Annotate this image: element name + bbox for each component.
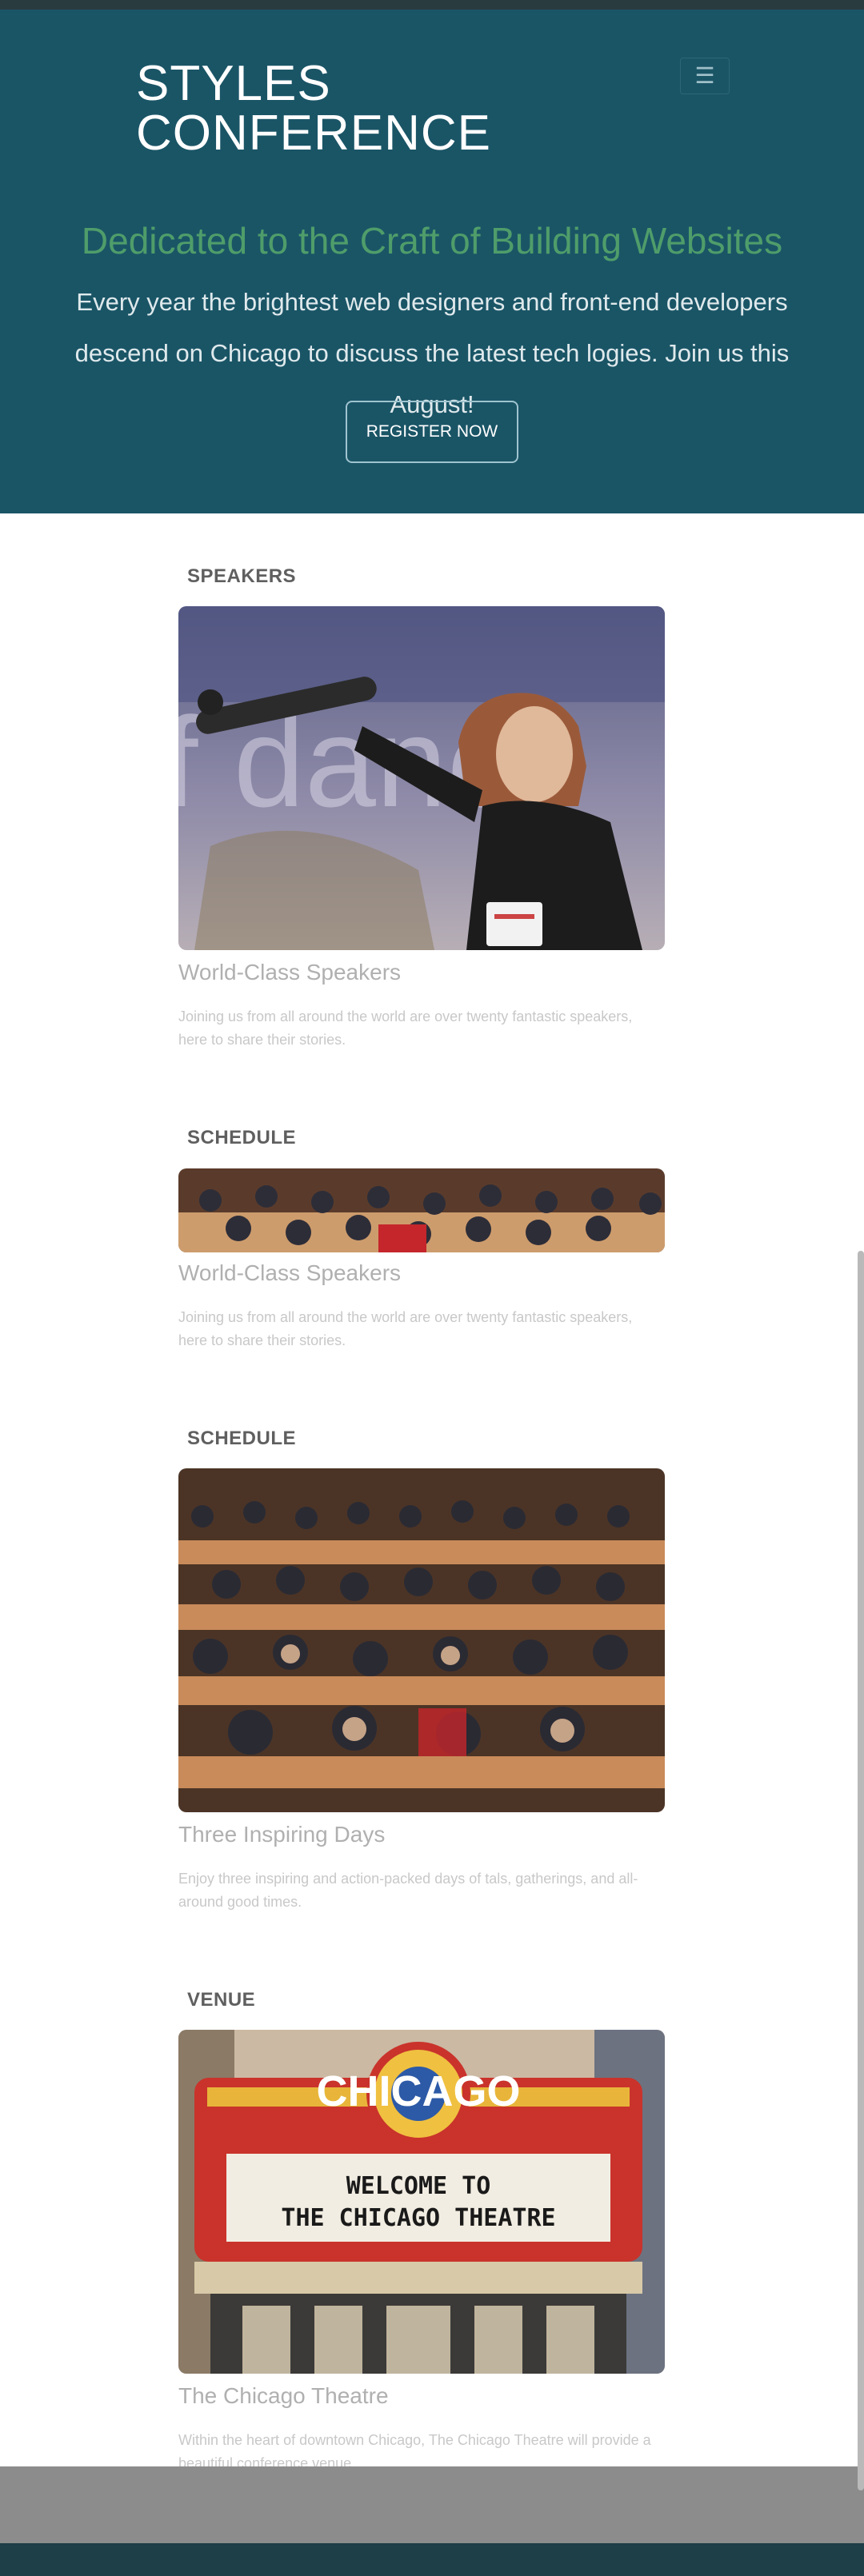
menu-toggle-button[interactable]: ☰ bbox=[680, 58, 730, 94]
audience-photo bbox=[178, 1468, 665, 1812]
card-text: Enjoy three inspiring and action-packed … bbox=[178, 1871, 638, 1910]
section-heading-schedule: SCHEDULE bbox=[187, 1127, 297, 1148]
site-logo[interactable]: STYLES CONFERENCE bbox=[136, 59, 491, 158]
top-strip bbox=[0, 0, 864, 10]
section-heading-speakers: SPEAKERS bbox=[187, 565, 297, 587]
card-title: The Chicago Theatre bbox=[178, 2383, 389, 2408]
card-text: Joining us from all around the world are… bbox=[178, 1309, 633, 1348]
section-heading-schedule: SCHEDULE bbox=[187, 1428, 297, 1449]
hero-header: STYLES CONFERENCE ☰ Dedicated to the Cra… bbox=[0, 10, 864, 513]
card-title: Three Inspiring Days bbox=[178, 1822, 386, 1847]
section-heading-venue: VENUE bbox=[187, 1989, 256, 2011]
page-overlay bbox=[0, 2466, 864, 2543]
card-title: World-Class Speakers bbox=[178, 1260, 402, 1285]
card-title: World-Class Speakers bbox=[178, 960, 402, 984]
speaker-photo: f dance bbox=[178, 606, 665, 950]
venue-photo: CHICAGO WELCOME TO THE CHICAGO THEATRE bbox=[178, 2030, 665, 2374]
hero-title: Dedicated to the Craft of Building Websi… bbox=[81, 220, 783, 262]
scrollbar-thumb[interactable] bbox=[858, 1251, 864, 2490]
card-text: Joining us from all around the world are… bbox=[178, 1008, 633, 1048]
audience-banner-photo bbox=[178, 1168, 665, 1252]
marquee-line-1: WELCOME TO bbox=[346, 2172, 491, 2200]
brand-line-2: CONFERENCE bbox=[136, 106, 492, 161]
footer bbox=[0, 2543, 864, 2576]
brand-line-1: STYLES bbox=[136, 56, 331, 111]
marquee-line-2: THE CHICAGO THEATRE bbox=[281, 2204, 555, 2232]
hamburger-icon: ☰ bbox=[694, 63, 715, 88]
register-now-button[interactable]: REGISTER NOW bbox=[346, 401, 518, 463]
marquee-sign-text: CHICAGO bbox=[317, 2067, 521, 2115]
